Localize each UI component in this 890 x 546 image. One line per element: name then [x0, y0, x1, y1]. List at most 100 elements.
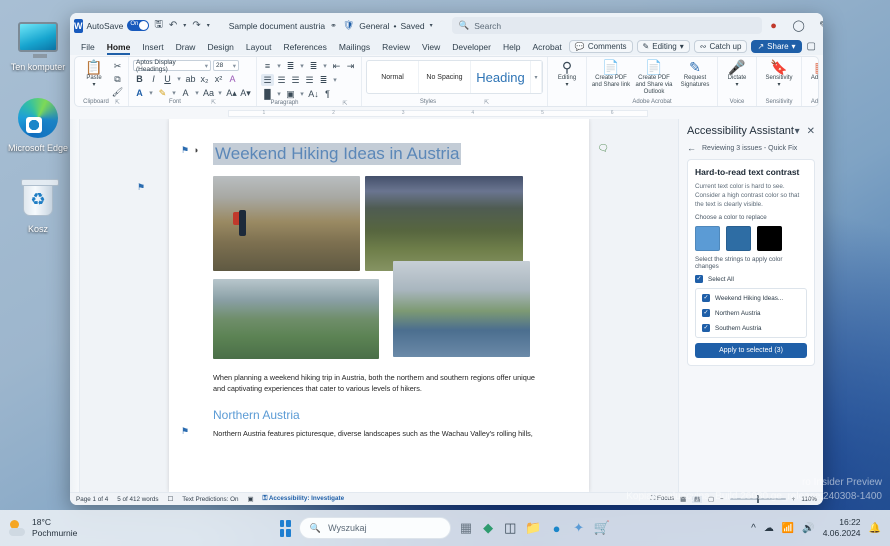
addins-button[interactable]: ▦ Add-ins — [806, 60, 818, 82]
paragraph-dialog-launcher-icon[interactable]: ⇱ — [343, 100, 348, 106]
borders-icon[interactable]: ▣ — [284, 88, 297, 100]
bold-icon[interactable]: B — [133, 73, 146, 85]
styles-more-icon[interactable]: ▾ — [531, 61, 542, 93]
underline-icon[interactable]: U — [161, 73, 174, 85]
document-name[interactable]: Sample document austria — [229, 21, 325, 31]
share-button[interactable]: ↗ Share ▾ — [751, 40, 802, 53]
select-all-row[interactable]: ✓ Select All — [695, 275, 807, 283]
superscript-icon[interactable]: x² — [212, 73, 225, 85]
create-pdf-share-outlook-button[interactable]: 📄 Create PDF and Share via Outlook — [633, 60, 675, 96]
create-pdf-share-link-button[interactable]: 📄 Create PDF and Share link — [591, 60, 631, 89]
catch-up-button[interactable]: ∾ Catch up — [693, 40, 748, 53]
shrink-font-icon[interactable]: A▾ — [239, 87, 252, 99]
word-count-status[interactable]: 5 of 412 words — [117, 496, 158, 503]
font-dialog-launcher-icon[interactable]: ⇱ — [211, 99, 216, 106]
photo-lake-reflection[interactable] — [393, 261, 530, 357]
copilot-icon[interactable]: ◆ — [481, 517, 495, 539]
grow-font-icon[interactable]: A▴ — [225, 87, 238, 99]
style-heading[interactable]: Heading — [471, 61, 531, 93]
edge-icon[interactable]: ● — [550, 517, 564, 539]
tab-draw[interactable]: Draw — [171, 41, 201, 53]
sort-icon[interactable]: A↓ — [307, 88, 320, 100]
sensitivity-button[interactable]: 🔖 Sensitivity ▾ — [761, 60, 797, 89]
item-checkbox[interactable]: ✓ — [702, 294, 710, 302]
save-icon[interactable]: 🖫 — [153, 17, 164, 34]
vpn-icon[interactable]: ✦ — [572, 517, 586, 539]
tab-file[interactable]: File — [76, 41, 100, 53]
line-spacing-icon[interactable]: ≣ — [317, 74, 330, 86]
italic-icon[interactable]: I — [147, 73, 160, 85]
chevron-down-icon[interactable]: ▾ — [735, 82, 738, 89]
volume-icon[interactable]: 🔊 — [802, 523, 814, 534]
text-effects-icon[interactable]: A — [226, 73, 239, 85]
tab-insert[interactable]: Insert — [137, 41, 168, 53]
align-center-icon[interactable]: ☰ — [275, 74, 288, 86]
undo-dropdown-icon[interactable]: ▾ — [182, 22, 187, 29]
pane-collapse-icon[interactable]: ▾ — [795, 126, 800, 137]
photo-hiker-ridge[interactable] — [213, 176, 360, 271]
web-layout-view-icon[interactable]: ▤ — [692, 495, 703, 503]
photo-mountain-range[interactable] — [365, 176, 523, 271]
tab-developer[interactable]: Developer — [447, 41, 496, 53]
tab-references[interactable]: References — [278, 41, 331, 53]
proofing-icon[interactable]: ☐ — [168, 496, 174, 503]
styles-dialog-launcher-icon[interactable]: ⇱ — [484, 99, 489, 106]
tab-layout[interactable]: Layout — [241, 41, 277, 53]
highlight-color-icon[interactable]: ✎ — [156, 87, 169, 99]
document-scroll-area[interactable]: ⚑ ◑ 🗨 Weekend Hiking Ideas in Austria ⚑ … — [80, 119, 678, 492]
pane-navigation[interactable]: ← Reviewing 3 issues - Quick Fix — [687, 143, 815, 153]
shading-fill-dropdown-icon[interactable]: ▾ — [275, 88, 283, 100]
document-page[interactable]: ⚑ ◑ 🗨 Weekend Hiking Ideas in Austria ⚑ … — [137, 119, 609, 492]
bullets-icon[interactable]: ≡ — [261, 60, 274, 72]
focus-mode-button[interactable]: ⛶ Focus — [651, 495, 674, 503]
help-icon[interactable]: ◯ — [791, 19, 807, 32]
format-painter-icon[interactable]: 🖌 — [111, 86, 124, 98]
chevron-down-icon[interactable]: ▾ — [92, 82, 95, 89]
tab-home[interactable]: Home — [102, 41, 136, 55]
desktop-icon-this-pc[interactable]: Ten komputer — [0, 0, 76, 73]
language-icon[interactable]: ▣ — [248, 496, 254, 503]
photo-hikers-green-ridge[interactable] — [213, 279, 379, 359]
share-pin-icon[interactable]: ⚭ — [329, 21, 338, 30]
case-dropdown-icon[interactable]: ▾ — [216, 87, 224, 99]
highlight-dropdown-icon[interactable]: ▾ — [170, 87, 178, 99]
show-formatting-marks-icon[interactable]: ¶ — [321, 88, 334, 100]
copy-icon[interactable]: ⧉ — [111, 73, 124, 85]
styles-gallery[interactable]: Normal No Spacing Heading ▾ — [366, 60, 543, 94]
back-arrow-icon[interactable]: ← — [687, 143, 696, 153]
network-icon[interactable]: 📶 — [782, 523, 794, 534]
customize-toolbar-icon[interactable]: ▾ — [206, 22, 211, 29]
color-swatch-dark-blue[interactable] — [726, 226, 751, 251]
chevron-down-icon[interactable]: ▾ — [565, 82, 568, 89]
document-paragraph-1[interactable]: When planning a weekend hiking trip in A… — [213, 372, 545, 394]
redo-icon[interactable]: ↷ — [191, 20, 201, 31]
desktop-icon-microsoft-edge[interactable]: Microsoft Edge — [0, 73, 76, 154]
document-paragraph-2[interactable]: Northern Austria features picturesque, d… — [213, 428, 545, 439]
color-swatch-black[interactable] — [757, 226, 782, 251]
font-color-icon[interactable]: A — [133, 87, 146, 99]
font-color-dropdown-icon[interactable]: ▾ — [147, 87, 155, 99]
accessibility-flag-icon[interactable]: ⚑ — [181, 426, 189, 437]
line-spacing-dropdown-icon[interactable]: ▾ — [331, 74, 339, 86]
tab-design[interactable]: Design — [202, 41, 238, 53]
accessibility-status[interactable]: ⚿ Accessibility: Investigate — [263, 495, 345, 503]
file-explorer-icon[interactable]: 📁 — [525, 517, 541, 539]
clipboard-dialog-launcher-icon[interactable]: ⇱ — [115, 99, 120, 106]
font-name-combobox[interactable]: Aptos Display (Headings) ▾ — [133, 59, 211, 73]
apply-to-selected-button[interactable]: Apply to selected (3) — [695, 343, 807, 358]
undo-icon[interactable]: ↶ — [168, 20, 178, 31]
accessibility-flag-icon[interactable]: ⚑ — [181, 145, 189, 156]
item-checkbox[interactable]: ✓ — [702, 309, 710, 317]
borders-dropdown-icon[interactable]: ▾ — [298, 88, 306, 100]
read-mode-view-icon[interactable]: ▢ — [708, 496, 714, 503]
pen-icon[interactable]: ✎ — [816, 19, 823, 32]
decrease-indent-icon[interactable]: ⇤ — [330, 60, 343, 72]
page-number-status[interactable]: Page 1 of 4 — [76, 496, 108, 503]
tab-mailings[interactable]: Mailings — [334, 41, 375, 53]
search-input[interactable]: 🔍 Search — [451, 17, 762, 34]
notifications-icon[interactable]: 🔔 — [869, 523, 881, 534]
numbering-icon[interactable]: ≣ — [284, 60, 297, 72]
shading-dropdown-icon[interactable]: ▾ — [193, 87, 201, 99]
print-layout-view-icon[interactable]: ▦ — [680, 496, 686, 503]
chevron-down-icon[interactable]: ▾ — [777, 82, 780, 89]
